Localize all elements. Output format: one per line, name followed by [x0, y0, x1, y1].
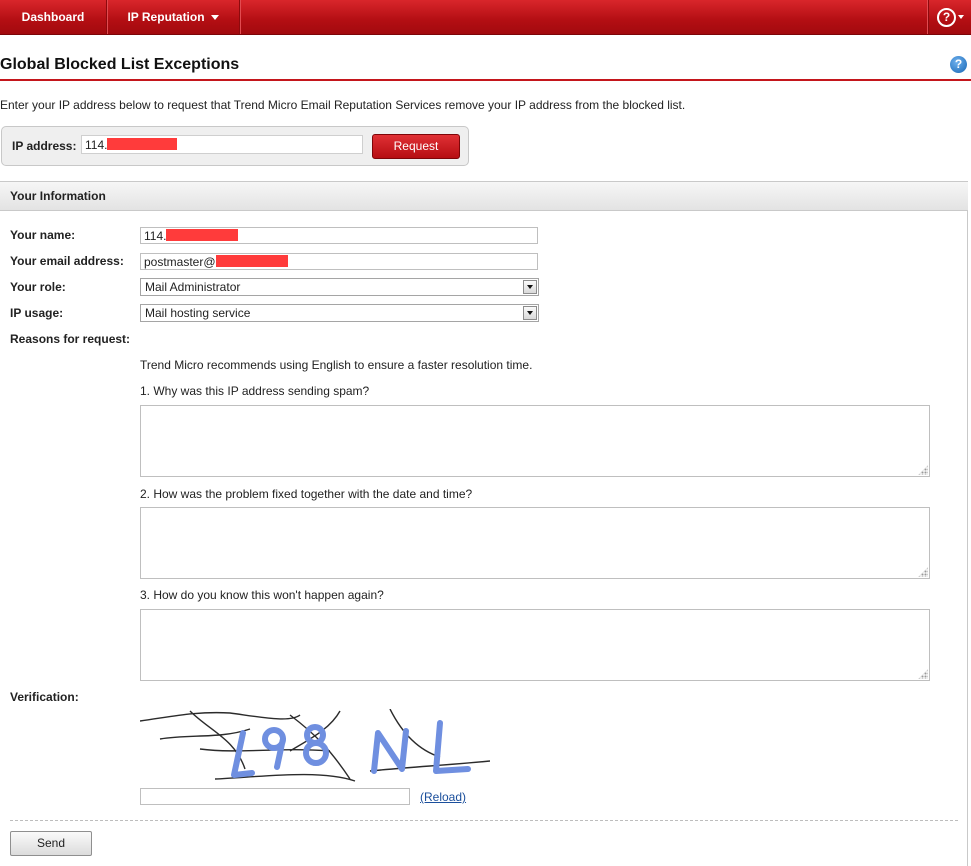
resize-grip-icon[interactable] [918, 669, 928, 679]
ip-usage-label: IP usage: [10, 306, 64, 320]
nav-dashboard[interactable]: Dashboard [0, 0, 107, 34]
name-input[interactable]: 114. [140, 227, 538, 244]
request-button[interactable]: Request [372, 134, 460, 159]
ip-address-value: 114. [85, 138, 108, 152]
name-label: Your name: [10, 228, 76, 242]
question-icon: ? [937, 8, 956, 27]
email-value: postmaster@ [144, 255, 216, 269]
resize-grip-icon[interactable] [918, 465, 928, 475]
recommendation-text: Trend Micro recommends using English to … [140, 358, 533, 372]
form-divider [10, 820, 958, 821]
ip-address-label: IP address: [12, 139, 77, 153]
email-input[interactable]: postmaster@ [140, 253, 538, 270]
nav-ip-reputation[interactable]: IP Reputation [107, 0, 240, 34]
reasons-label: Reasons for request: [10, 332, 131, 346]
intro-text: Enter your IP address below to request t… [0, 98, 686, 112]
name-value: 114. [144, 229, 167, 243]
redaction-block [215, 255, 288, 267]
email-label: Your email address: [10, 254, 124, 268]
redaction-block [107, 138, 178, 150]
answer-2-textarea[interactable] [140, 507, 930, 579]
question-2: 2. How was the problem fixed together wi… [140, 487, 473, 501]
dropdown-arrow-icon [523, 306, 537, 320]
dropdown-arrow-icon [523, 280, 537, 294]
title-divider [0, 79, 971, 81]
help-icon[interactable]: ? [950, 56, 967, 73]
chevron-down-icon [958, 15, 964, 19]
role-select[interactable]: Mail Administrator [140, 278, 539, 296]
ip-request-panel: IP address: 114. Request [1, 126, 469, 166]
role-select-value: Mail Administrator [145, 280, 241, 294]
section-title: Your Information [10, 189, 106, 203]
verification-label: Verification: [10, 690, 79, 704]
captcha-graphic [139, 708, 491, 782]
captcha-image [139, 708, 491, 785]
captcha-reload-link[interactable]: (Reload) [420, 790, 466, 804]
ip-address-input[interactable]: 114. [81, 135, 363, 154]
nav-dashboard-label: Dashboard [21, 10, 85, 24]
resize-grip-icon[interactable] [918, 567, 928, 577]
question-3: 3. How do you know this won't happen aga… [140, 588, 384, 602]
help-menu-button[interactable]: ? [928, 0, 971, 34]
send-button[interactable]: Send [10, 831, 92, 856]
redaction-block [166, 229, 239, 241]
question-1: 1. Why was this IP address sending spam? [140, 384, 370, 398]
section-header: Your Information [0, 181, 968, 211]
role-label: Your role: [10, 280, 66, 294]
chevron-down-icon [210, 15, 219, 21]
answer-1-textarea[interactable] [140, 405, 930, 477]
ip-usage-select[interactable]: Mail hosting service [140, 304, 539, 322]
top-nav-bar: Dashboard IP Reputation ? [0, 0, 971, 35]
answer-3-textarea[interactable] [140, 609, 930, 681]
nav-ip-reputation-label: IP Reputation [127, 10, 205, 24]
page-title: Global Blocked List Exceptions [0, 56, 240, 73]
captcha-input[interactable] [140, 788, 410, 805]
ip-usage-select-value: Mail hosting service [145, 306, 251, 320]
